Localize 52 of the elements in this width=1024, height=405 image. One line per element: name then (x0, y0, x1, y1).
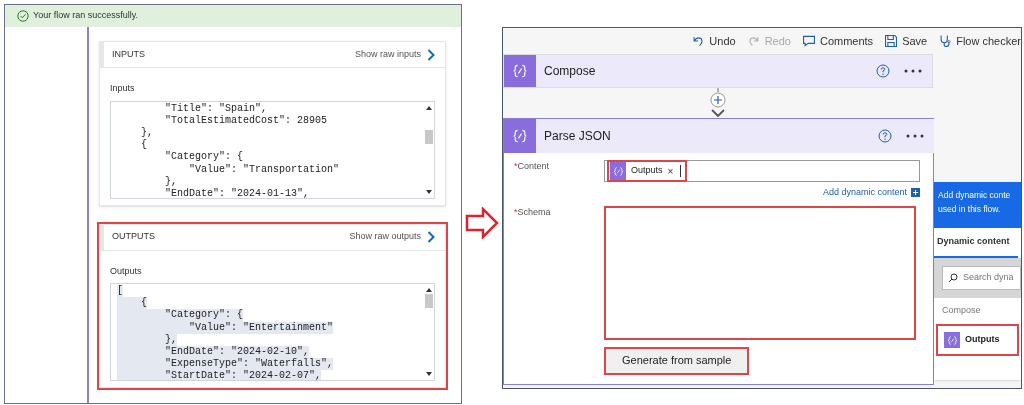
search-field[interactable]: Search dyna (942, 266, 1021, 290)
field-label: *Content (513, 160, 551, 173)
code-line: }, (164, 175, 178, 188)
code-line: "Title": "Spain", (164, 102, 269, 115)
more-icon[interactable] (904, 69, 922, 73)
redo-icon (746, 34, 761, 48)
right-arrow-icon (465, 206, 499, 239)
check-circle-icon (17, 10, 29, 22)
more-icon[interactable] (906, 134, 924, 138)
code-line: "EndDate": "2024-01-13", (164, 187, 311, 198)
token-icon (612, 165, 624, 177)
action-title: Parse JSON (543, 128, 612, 145)
field-label: *Schema (513, 205, 552, 219)
show-raw-link[interactable]: Show raw outputs (349, 230, 435, 244)
field-label: Outputs (110, 264, 143, 278)
code-line: "Value": "Transportation" (188, 163, 341, 176)
help-icon[interactable] (878, 129, 892, 143)
item-icon (944, 332, 960, 348)
chevron-right-icon (427, 48, 435, 61)
dynamic-content-item[interactable]: Outputs (936, 324, 1019, 356)
toolbar-button[interactable]: Comments (801, 32, 874, 50)
code-line: }, (140, 126, 154, 139)
text-cursor (680, 165, 682, 177)
dynamic-token[interactable]: Outputs × (607, 160, 688, 182)
plus-icon[interactable] (911, 188, 920, 198)
content-field[interactable]: Outputs × (604, 160, 920, 182)
undo-icon (691, 34, 706, 48)
search-icon (948, 273, 958, 283)
chevron-right-icon (427, 231, 435, 243)
group-label: Compose (941, 304, 982, 318)
save-icon (884, 34, 899, 48)
code-line: "TotalEstimatedCost": 28905 (164, 114, 329, 127)
remove-token-button[interactable]: × (667, 163, 674, 179)
section-title: OUTPUTS (112, 230, 155, 244)
field-label: Inputs (110, 82, 136, 95)
section-title: INPUTS (112, 47, 145, 61)
add-dynamic-content-link[interactable]: Add dynamic content (822, 186, 907, 200)
code-line: "Category": { (164, 151, 245, 164)
toolbar-button[interactable]: Flow checker (938, 32, 1021, 50)
comments-icon (801, 34, 816, 48)
panel-header-text: Add dynamic conte (938, 189, 1011, 202)
toolbar-button[interactable]: Save (884, 32, 928, 50)
code-line: { (140, 139, 148, 152)
add-step-connector-drawing[interactable] (708, 88, 728, 118)
toolbar-button[interactable]: Undo (691, 32, 736, 50)
action-title: Compose (543, 63, 597, 80)
schema-field[interactable] (604, 205, 916, 340)
help-icon[interactable] (876, 64, 890, 78)
generate-from-sample-button[interactable]: Generate from sample (604, 346, 750, 375)
show-raw-link[interactable]: Show raw inputs (354, 47, 435, 62)
banner-text: Your flow ran successfully. (33, 9, 139, 23)
panel-header-text: used in this flow. (938, 203, 1001, 216)
